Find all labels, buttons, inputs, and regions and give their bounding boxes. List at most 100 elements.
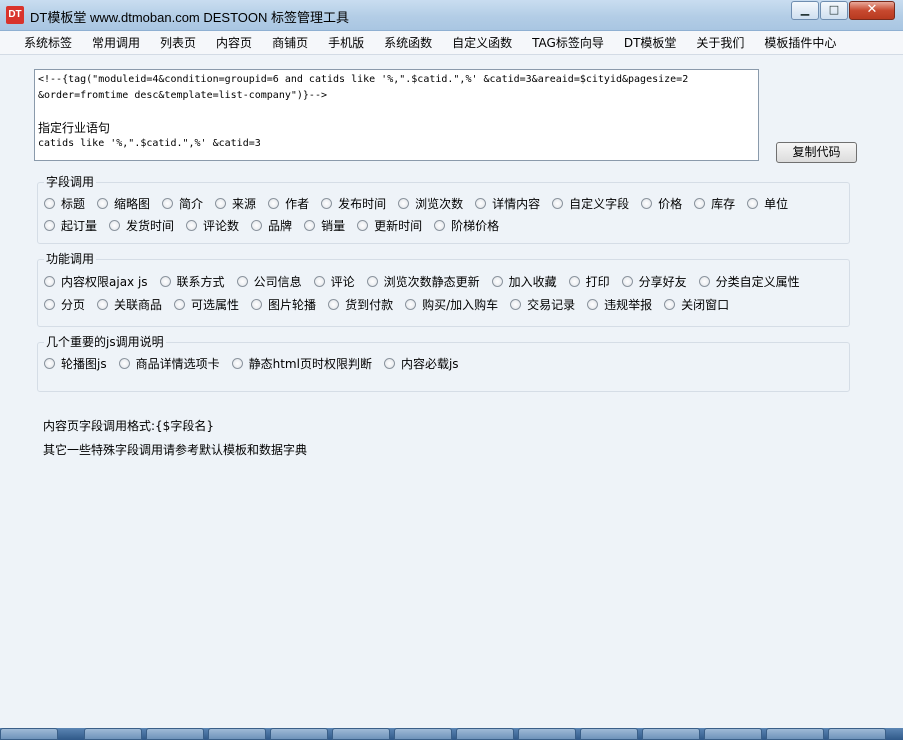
radio-circle[interactable]: [398, 198, 410, 209]
radio-field-detail[interactable]: 详情内容: [475, 195, 540, 212]
taskbar-button[interactable]: [580, 728, 638, 740]
radio-circle[interactable]: [383, 358, 395, 369]
radio-fn-close-window[interactable]: 关闭窗口: [664, 296, 729, 313]
radio-field-min-order[interactable]: 起订量: [44, 217, 97, 234]
menu-item-common-calls[interactable]: 常用调用: [82, 34, 150, 51]
radio-circle[interactable]: [694, 198, 706, 209]
radio-circle[interactable]: [236, 276, 248, 287]
radio-field-sales[interactable]: 销量: [304, 217, 345, 234]
radio-field-intro[interactable]: 简介: [162, 195, 203, 212]
radio-field-price[interactable]: 价格: [641, 195, 682, 212]
radio-circle[interactable]: [231, 358, 243, 369]
radio-fn-report[interactable]: 违规举报: [587, 296, 652, 313]
radio-circle[interactable]: [159, 276, 171, 287]
radio-fn-comment[interactable]: 评论: [313, 273, 355, 290]
radio-fn-category-attrs[interactable]: 分类自定义属性: [698, 273, 800, 290]
taskbar-button[interactable]: [456, 728, 514, 740]
menu-item-content-page[interactable]: 内容页: [206, 34, 262, 51]
radio-circle[interactable]: [491, 276, 503, 287]
radio-circle[interactable]: [215, 198, 227, 209]
radio-circle[interactable]: [587, 299, 599, 310]
radio-field-thumbnail[interactable]: 缩略图: [97, 195, 150, 212]
radio-fn-transactions[interactable]: 交易记录: [510, 296, 575, 313]
radio-field-author[interactable]: 作者: [268, 195, 309, 212]
radio-circle[interactable]: [664, 299, 676, 310]
radio-circle[interactable]: [44, 358, 55, 369]
menu-item-list-page[interactable]: 列表页: [150, 34, 206, 51]
radio-circle[interactable]: [698, 276, 710, 287]
menu-item-tag-wizard[interactable]: TAG标签向导: [522, 34, 614, 51]
radio-circle[interactable]: [44, 220, 55, 231]
code-output-textarea[interactable]: <!--{tag("moduleid=4&condition=groupid=6…: [34, 69, 759, 161]
radio-field-source[interactable]: 来源: [215, 195, 256, 212]
menu-item-about[interactable]: 关于我们: [686, 34, 754, 51]
radio-field-update-time[interactable]: 更新时间: [357, 217, 422, 234]
radio-circle[interactable]: [552, 198, 564, 209]
menu-item-dt-template[interactable]: DT模板堂: [614, 34, 687, 51]
radio-circle[interactable]: [251, 220, 263, 231]
radio-js-carousel[interactable]: 轮播图js: [44, 355, 107, 372]
radio-field-unit[interactable]: 单位: [747, 195, 788, 212]
taskbar-button[interactable]: [766, 728, 824, 740]
radio-circle[interactable]: [568, 276, 580, 287]
taskbar-button[interactable]: [84, 728, 142, 740]
radio-fn-pagination[interactable]: 分页: [44, 296, 85, 313]
radio-circle[interactable]: [357, 220, 369, 231]
menu-item-system-tags[interactable]: 系统标签: [14, 34, 82, 51]
radio-circle[interactable]: [434, 220, 446, 231]
copy-code-button[interactable]: 复制代码: [776, 142, 857, 163]
radio-field-ship-time[interactable]: 发货时间: [109, 217, 174, 234]
radio-fn-favorite[interactable]: 加入收藏: [491, 273, 557, 290]
radio-circle[interactable]: [251, 299, 263, 310]
radio-fn-cod[interactable]: 货到付款: [328, 296, 393, 313]
radio-circle[interactable]: [328, 299, 340, 310]
radio-circle[interactable]: [97, 198, 109, 209]
taskbar-button[interactable]: [146, 728, 204, 740]
radio-circle[interactable]: [268, 198, 280, 209]
radio-circle[interactable]: [118, 358, 130, 369]
taskbar-button[interactable]: [394, 728, 452, 740]
radio-circle[interactable]: [97, 299, 109, 310]
radio-circle[interactable]: [366, 276, 378, 287]
taskbar-button[interactable]: [270, 728, 328, 740]
taskbar-button[interactable]: [0, 728, 58, 740]
radio-fn-carousel[interactable]: 图片轮播: [251, 296, 316, 313]
radio-circle[interactable]: [44, 198, 55, 209]
menu-item-system-functions[interactable]: 系统函数: [374, 34, 442, 51]
taskbar-button[interactable]: [828, 728, 886, 740]
radio-circle[interactable]: [186, 220, 198, 231]
radio-field-brand[interactable]: 品牌: [251, 217, 292, 234]
radio-circle[interactable]: [313, 276, 325, 287]
radio-fn-print[interactable]: 打印: [568, 273, 610, 290]
radio-field-title[interactable]: 标题: [44, 195, 85, 212]
radio-circle[interactable]: [162, 198, 174, 209]
radio-circle[interactable]: [174, 299, 186, 310]
radio-circle[interactable]: [747, 198, 759, 209]
menu-item-mobile[interactable]: 手机版: [318, 34, 374, 51]
menu-item-plugin-center[interactable]: 模板插件中心: [754, 34, 846, 51]
taskbar-button[interactable]: [518, 728, 576, 740]
taskbar-button[interactable]: [208, 728, 266, 740]
maximize-button[interactable]: □: [820, 1, 848, 20]
radio-circle[interactable]: [641, 198, 653, 209]
radio-circle[interactable]: [109, 220, 121, 231]
radio-fn-related[interactable]: 关联商品: [97, 296, 162, 313]
radio-fn-options[interactable]: 可选属性: [174, 296, 239, 313]
radio-js-detail-tabs[interactable]: 商品详情选项卡: [118, 355, 220, 372]
radio-fn-company-info[interactable]: 公司信息: [236, 273, 302, 290]
radio-field-comment-count[interactable]: 评论数: [186, 217, 239, 234]
radio-field-tier-price[interactable]: 阶梯价格: [434, 217, 499, 234]
radio-js-static-permission[interactable]: 静态html页时权限判断: [231, 355, 372, 372]
menu-item-custom-functions[interactable]: 自定义函数: [442, 34, 522, 51]
radio-fn-share[interactable]: 分享好友: [621, 273, 687, 290]
menu-item-shop-page[interactable]: 商铺页: [262, 34, 318, 51]
radio-fn-contact[interactable]: 联系方式: [159, 273, 225, 290]
radio-circle[interactable]: [44, 276, 55, 287]
radio-field-views[interactable]: 浏览次数: [398, 195, 463, 212]
radio-field-custom[interactable]: 自定义字段: [552, 195, 629, 212]
radio-circle[interactable]: [44, 299, 55, 310]
taskbar-button[interactable]: [704, 728, 762, 740]
radio-circle[interactable]: [321, 198, 333, 209]
radio-fn-buy-cart[interactable]: 购买/加入购车: [405, 296, 498, 313]
radio-circle[interactable]: [510, 299, 522, 310]
